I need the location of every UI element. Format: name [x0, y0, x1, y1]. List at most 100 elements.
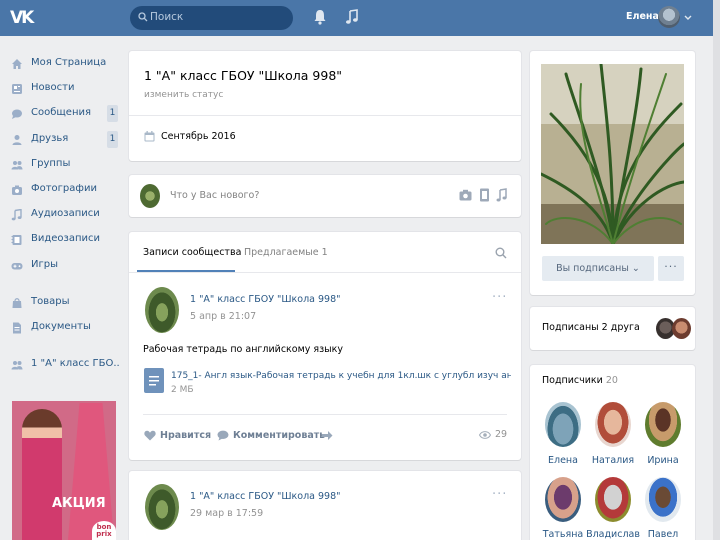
messages-icon	[12, 109, 22, 120]
bell-icon[interactable]	[313, 9, 327, 25]
document-title-link[interactable]: 175_1- Англ язык-Рабочая тетрадь к учебн…	[171, 371, 511, 381]
vk-logo[interactable]: VK	[10, 7, 36, 29]
sidebar-item-documents[interactable]: Документы	[8, 316, 120, 341]
subscribers-label: Подписчики	[542, 375, 603, 386]
sidebar-item-games[interactable]: Игры	[8, 254, 120, 279]
sidebar-item-label: Аудиозаписи	[31, 208, 100, 220]
post-card: 1 "А" класс ГБОУ "Школа 998" 29 мар в 17…	[129, 471, 521, 540]
sidebar-item-messages[interactable]: Сообщения 1	[8, 102, 120, 127]
video-attach-icon[interactable]	[479, 188, 490, 202]
news-icon	[12, 84, 22, 95]
comment-button[interactable]: Комментировать	[233, 430, 325, 441]
friends-subscribed-card[interactable]: Подписаны 2 друга	[530, 307, 695, 350]
sidebar-item-label: Друзья	[31, 132, 69, 144]
edit-status-link[interactable]: изменить статус	[144, 90, 223, 100]
chevron-down-icon[interactable]	[684, 15, 692, 21]
camera-icon[interactable]	[459, 189, 472, 201]
sidebar-item-label: Товары	[31, 295, 70, 307]
user-avatar[interactable]	[658, 6, 680, 28]
subscribed-button[interactable]: Вы подписаны ⌄	[542, 256, 654, 281]
subscriber-avatar[interactable]	[645, 477, 681, 522]
plant-photo-image	[541, 64, 684, 244]
subscribers-heading[interactable]: Подписчики 20	[542, 375, 618, 386]
tab-community-posts[interactable]: Записи сообщества	[143, 247, 241, 258]
sidebar-item-groups[interactable]: Группы	[8, 153, 120, 178]
subscriber-avatar[interactable]	[545, 402, 581, 447]
post-author-avatar[interactable]	[145, 484, 179, 530]
search-input[interactable]: Поиск	[130, 6, 293, 30]
sidebar-item-label: Моя Страница	[31, 57, 107, 68]
goods-icon	[12, 297, 22, 308]
subscriber-name[interactable]: Татьяна	[535, 529, 591, 540]
community-photo[interactable]	[541, 64, 684, 244]
sidebar-item-audio[interactable]: Аудиозаписи	[8, 203, 120, 228]
music-attach-icon[interactable]	[496, 188, 508, 202]
subscriber-name[interactable]: Ирина	[635, 455, 691, 466]
subscriber-avatar[interactable]	[595, 477, 631, 522]
friends-count-badge: 1	[107, 130, 118, 148]
home-icon	[12, 59, 22, 69]
subscribers-count: 20	[605, 375, 618, 386]
post-menu-icon[interactable]: ···	[492, 290, 507, 305]
like-button[interactable]: Нравится	[160, 430, 211, 441]
sidebar-item-photos[interactable]: Фотографии	[8, 178, 120, 203]
music-icon[interactable]	[345, 9, 359, 25]
video-icon	[11, 235, 22, 246]
avatar	[672, 318, 691, 339]
page-title: 1 "А" класс ГБОУ "Школа 998"	[144, 68, 343, 83]
subscriber-avatar[interactable]	[595, 402, 631, 447]
post-date[interactable]: 5 апр в 21:07	[190, 311, 256, 322]
sidebar-item-label: Фотографии	[31, 182, 97, 194]
divider	[143, 414, 507, 415]
sidebar-item-community[interactable]: 1 "А" класс ГБО..	[8, 353, 120, 378]
post-author-avatar[interactable]	[145, 287, 179, 333]
ad-model-image	[22, 409, 62, 540]
subscriber-name[interactable]: Наталия	[585, 455, 641, 466]
sidebar-item-label: Группы	[31, 157, 71, 169]
composer-placeholder[interactable]: Что у Вас нового?	[170, 190, 259, 201]
subscriber-avatar[interactable]	[545, 477, 581, 522]
left-menu: Моя Страница Новости Сообщения 1 Друзья …	[8, 52, 120, 378]
sidebar-item-label: Документы	[31, 320, 91, 332]
calendar-icon	[144, 131, 155, 142]
tab-suggested-posts[interactable]: Предлагаемые 1	[244, 247, 328, 258]
documents-icon	[13, 322, 21, 334]
ad-brand-logo: bon prix	[92, 521, 116, 540]
messages-count-badge: 1	[107, 105, 118, 123]
sidebar-item-label: 1 "А" класс ГБО..	[31, 358, 120, 370]
eye-icon	[479, 431, 491, 439]
sidebar-item-video[interactable]: Видеозаписи	[8, 228, 120, 253]
document-lines-icon	[149, 376, 159, 386]
founded-date: Сентябрь 2016	[161, 131, 236, 142]
groups-icon	[11, 160, 23, 170]
share-icon[interactable]	[321, 430, 333, 441]
divider	[129, 272, 521, 273]
user-name[interactable]: Елена	[626, 11, 659, 22]
sidebar-item-friends[interactable]: Друзья 1	[8, 128, 120, 153]
sidebar-ad[interactable]: АКЦИЯ bon prix	[12, 401, 116, 540]
friends-subscribed-label: Подписаны 2 друга	[542, 322, 640, 333]
subscriber-name[interactable]: Владислав	[585, 529, 641, 540]
post-author[interactable]: 1 "А" класс ГБОУ "Школа 998"	[190, 294, 341, 305]
post-menu-icon[interactable]: ···	[492, 487, 507, 502]
more-actions-button[interactable]: ···	[658, 256, 684, 281]
search-icon[interactable]	[495, 247, 507, 259]
search-icon	[138, 12, 148, 22]
sidebar-item-news[interactable]: Новости	[8, 77, 120, 102]
post-author[interactable]: 1 "А" класс ГБОУ "Школа 998"	[190, 491, 341, 502]
divider	[129, 115, 521, 116]
post-date[interactable]: 29 мар в 17:59	[190, 508, 263, 519]
sidebar-item-goods[interactable]: Товары	[8, 291, 120, 316]
document-icon[interactable]	[144, 368, 164, 393]
heart-icon[interactable]	[144, 430, 156, 441]
document-size: 2 МБ	[171, 385, 194, 395]
subscriber-name[interactable]: Елена	[535, 455, 591, 466]
post-composer[interactable]: Что у Вас нового?	[129, 175, 521, 217]
community-icon	[11, 361, 23, 370]
subscriber-avatar[interactable]	[645, 402, 681, 447]
community-header-card: 1 "А" класс ГБОУ "Школа 998" изменить ст…	[129, 51, 521, 161]
sidebar-item-label: Новости	[31, 82, 75, 94]
sidebar-item-my-page[interactable]: Моя Страница	[8, 52, 120, 77]
subscriber-name[interactable]: Павел	[635, 529, 691, 540]
comment-icon[interactable]	[217, 430, 229, 441]
